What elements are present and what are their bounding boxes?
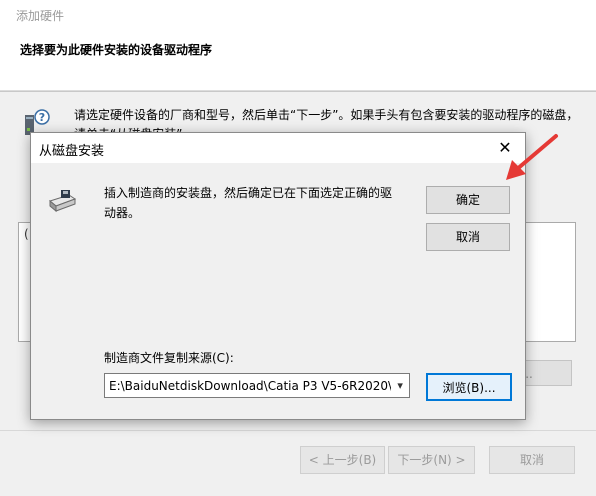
back-button[interactable]: < 上一步(B) [300,446,385,474]
svg-text:?: ? [39,111,45,124]
source-path-input[interactable] [105,378,392,393]
browse-button[interactable]: 浏览(B)... [426,373,512,401]
wizard-title: 添加硬件 [16,9,65,23]
wizard-titlebar: 添加硬件 [0,0,596,30]
wizard-header-divider [0,91,596,92]
chevron-down-icon[interactable]: ▾ [391,379,409,392]
wizard-header: 选择要为此硬件安装的设备驱动程序 [0,30,596,91]
wizard-footer-divider [0,430,596,431]
source-path-label: 制造商文件复制来源(C): [104,351,234,365]
annotation-arrow-icon [506,134,558,180]
cancel-button[interactable]: 取消 [426,223,510,251]
dialog-titlebar: 从磁盘安装 ✕ [31,133,525,163]
dialog-title: 从磁盘安装 [39,144,105,159]
dialog-message: 插入制造商的安装盘，然后确定已在下面选定正确的驱动器。 [104,186,393,220]
ok-button[interactable]: 确定 [426,186,510,214]
install-from-disk-dialog: 从磁盘安装 ✕ 插入制造商的安装盘，然后确定已在下面选定正确的驱动器。 确定 取… [30,132,526,420]
next-button[interactable]: 下一步(N) > [388,446,475,474]
floppy-disk-icon [48,190,77,213]
model-list-text: ( [24,227,29,241]
wizard-header-text: 选择要为此硬件安装的设备驱动程序 [20,43,213,57]
wizard-cancel-button[interactable]: 取消 [489,446,575,474]
source-path-combobox[interactable]: ▾ [104,373,410,398]
